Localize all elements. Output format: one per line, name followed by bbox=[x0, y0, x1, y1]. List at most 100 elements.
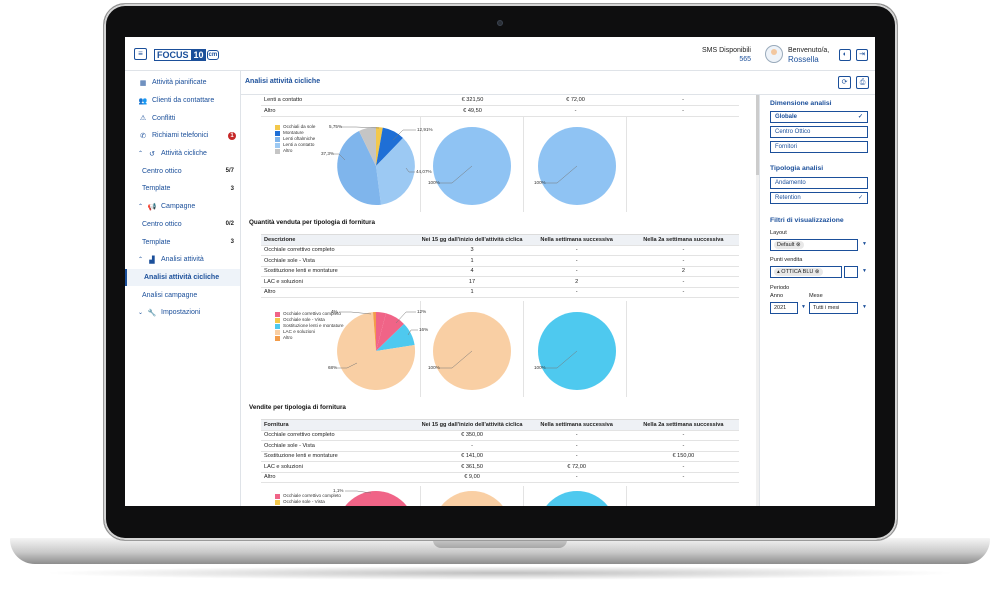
sidebar-item-conflitti[interactable]: ⚠ Conflitti bbox=[125, 109, 240, 127]
table-fatturato: Lenti a contatto € 321,50 € 72,00- Altro € … bbox=[261, 95, 739, 117]
page-title: Analisi attività cicliche bbox=[245, 78, 321, 85]
table-cell: - bbox=[627, 105, 739, 117]
option-label: Globale bbox=[775, 114, 798, 120]
anno-value: 2021 bbox=[774, 305, 787, 311]
table-row: Altro 1- - bbox=[261, 287, 739, 298]
table-cell: Altro bbox=[261, 287, 419, 298]
anno-select[interactable]: 2021 bbox=[770, 302, 798, 314]
table-cell: € 361,50 bbox=[418, 461, 526, 473]
close-icon[interactable]: ⊗ bbox=[815, 269, 820, 275]
table-vendite: Fornitura Nei 15 gg dall'inizio dell'atti… bbox=[261, 419, 739, 483]
table-cell: - bbox=[627, 472, 739, 483]
chart-row-1: Occhiali da sole Montature Lenti oftalmi… bbox=[261, 116, 759, 212]
table-cell: Altro bbox=[261, 105, 421, 117]
table-row: Occhiale sole - Vista - - - bbox=[261, 440, 739, 452]
table-cell: - bbox=[525, 266, 628, 277]
table-row: LAC e soluzioni 17 2- bbox=[261, 276, 739, 288]
refresh-icon[interactable]: ⟳ bbox=[838, 76, 851, 89]
layout-select[interactable]: Default ⊗ bbox=[770, 239, 858, 251]
mese-label: Mese bbox=[809, 293, 823, 299]
sidebar-item-label: Template bbox=[142, 238, 171, 246]
table-cell: Occhiale sole - Vista bbox=[261, 255, 419, 267]
pie-label: 68% bbox=[328, 365, 338, 370]
sidebar-item-label: Impostazioni bbox=[161, 309, 201, 317]
option-globale[interactable]: Globale ✓ bbox=[770, 111, 868, 123]
chevron-down-icon[interactable]: ▼ bbox=[862, 304, 867, 310]
table-cell: - bbox=[627, 430, 739, 441]
table-cell: 4 bbox=[418, 266, 526, 277]
label-leader bbox=[339, 311, 372, 315]
option-fornitori[interactable]: Fornitori bbox=[770, 141, 868, 153]
column-header: Nella 2a settimana successiva bbox=[627, 419, 739, 431]
pie-chart-1 bbox=[334, 126, 416, 205]
table-row: Altro € 9,00- - bbox=[261, 472, 739, 483]
table-cell: Sostituzione lenti e montature bbox=[261, 266, 419, 277]
close-icon[interactable]: ⊗ bbox=[796, 242, 801, 248]
table-cell: 2 bbox=[627, 266, 739, 277]
sidebar-item-template[interactable]: Template 3 bbox=[125, 180, 240, 198]
mese-select[interactable]: Tutti i mesi bbox=[809, 302, 858, 314]
sidebar-item-richiami-telefonici[interactable]: ✆ Richiami telefonici 1 bbox=[125, 127, 240, 145]
sidebar-item-label: Template bbox=[142, 185, 171, 193]
punti-vendita-extra[interactable] bbox=[844, 266, 858, 278]
filters-panel: Dimensione analisi Globale ✓ Centro Ottic… bbox=[759, 95, 875, 506]
pv-chip: ▴ OTTICA BLU ⊗ bbox=[774, 268, 823, 276]
table-cell: - bbox=[627, 245, 739, 256]
hamburger-icon[interactable]: ≡ bbox=[134, 48, 147, 60]
section-title: Quantità venduta per tipologia di fornit… bbox=[249, 219, 375, 226]
print-icon[interactable]: ⎙ bbox=[856, 76, 869, 89]
sidebar-item-analisi-attivita-cicliche[interactable]: Analisi attività cicliche bbox=[125, 268, 240, 287]
column-header: Nella settimana successiva bbox=[525, 419, 628, 431]
table-cell: - bbox=[627, 287, 739, 298]
moon-icon[interactable]: ◐ bbox=[839, 49, 851, 61]
table-cell: - bbox=[525, 430, 628, 441]
wrench-icon: 🔧 bbox=[147, 309, 157, 317]
sidebar-item-campagne[interactable]: ⌃ 📢 Campagne bbox=[125, 198, 240, 216]
periodo-label: Periodo bbox=[770, 285, 790, 291]
table-cell: € 49,50 bbox=[421, 105, 524, 117]
sidebar-item-campagne-centro-ottico[interactable]: Centro ottico 0/2 bbox=[125, 216, 240, 234]
chevron-up-icon: ⌃ bbox=[138, 204, 144, 211]
table-cell: € 9,00 bbox=[418, 472, 526, 483]
pie-label: 4% bbox=[331, 309, 338, 314]
column-header: Nei 15 gg dall'inizio dell'attività cicl… bbox=[418, 234, 526, 246]
table-cell: € 72,00 bbox=[524, 95, 627, 106]
table-cell: € 141,00 bbox=[418, 451, 526, 462]
sidebar-item-campagne-template[interactable]: Template 3 bbox=[125, 233, 240, 251]
chevron-up-icon: ⌃ bbox=[138, 151, 144, 158]
option-andamento[interactable]: Andamento bbox=[770, 177, 868, 189]
sidebar-item-impostazioni[interactable]: ⌄ 🔧 Impostazioni bbox=[125, 304, 240, 322]
sidebar-item-analisi-attivita[interactable]: ⌃ ▟ Analisi attività bbox=[125, 251, 240, 269]
pie-label: 100% bbox=[428, 180, 440, 185]
chip-label: OTTICA BLU bbox=[781, 269, 814, 275]
sidebar-item-attivita-cicliche[interactable]: ⌃ ↺ Attività cicliche bbox=[125, 145, 240, 163]
option-retention[interactable]: Retention ✓ bbox=[770, 192, 868, 204]
table-cell: 3 bbox=[418, 245, 526, 256]
chevron-down-icon[interactable]: ▼ bbox=[801, 304, 806, 310]
phone-icon: ✆ bbox=[140, 132, 146, 140]
avatar[interactable] bbox=[765, 45, 783, 63]
option-centro-ottico[interactable]: Centro Ottico bbox=[770, 126, 868, 138]
pie-chart-svg bbox=[334, 126, 616, 205]
sidebar-item-clienti-da-contattare[interactable]: 👥 Clienti da contattare bbox=[125, 92, 240, 110]
table-cell: - bbox=[525, 440, 628, 452]
table-cell: Lenti a contatto bbox=[261, 95, 421, 106]
sidebar-item-analisi-campagne[interactable]: Analisi campagne bbox=[125, 286, 240, 304]
dimensione-title: Dimensione analisi bbox=[770, 100, 832, 107]
option-label: Fornitori bbox=[775, 144, 798, 150]
filtri-title: Filtri di visualizzazione bbox=[770, 217, 844, 224]
pie-chart-svg bbox=[337, 311, 616, 390]
count-badge: 0/2 bbox=[225, 221, 234, 228]
pie-slice bbox=[546, 491, 608, 506]
logout-icon[interactable]: ⇥ bbox=[856, 49, 868, 61]
table-row: Altro € 49,50- - bbox=[261, 105, 739, 117]
chevron-down-icon: ⌄ bbox=[138, 310, 144, 317]
sidebar-item-centro-ottico[interactable]: Centro ottico 5/7 bbox=[125, 162, 240, 180]
chevron-down-icon[interactable]: ▼ bbox=[862, 268, 867, 274]
punti-vendita-select[interactable]: ▴ OTTICA BLU ⊗ bbox=[770, 266, 842, 278]
sidebar: ▦ Attività pianificate 👥 Clienti da contat… bbox=[125, 71, 241, 506]
option-label: Centro Ottico bbox=[775, 129, 811, 135]
layout-label: Layout bbox=[770, 230, 787, 236]
sidebar-item-attivita-pianificate[interactable]: ▦ Attività pianificate bbox=[125, 74, 240, 92]
chevron-down-icon[interactable]: ▼ bbox=[862, 241, 867, 247]
